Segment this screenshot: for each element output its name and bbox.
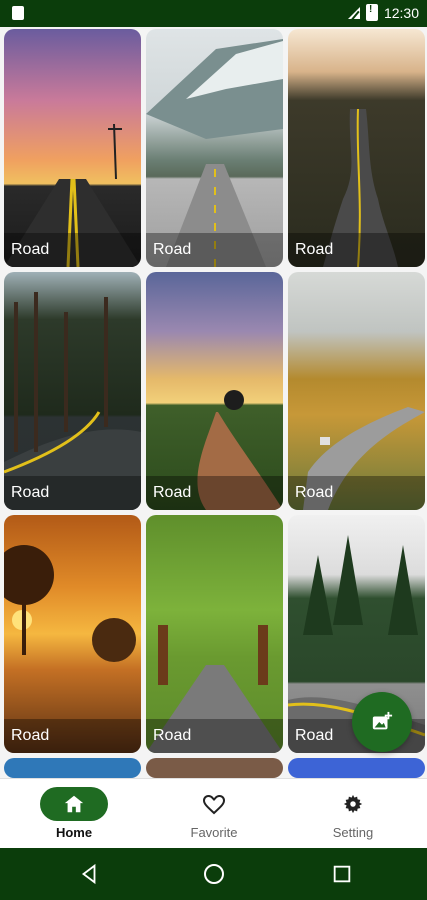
mountain-graphic: [146, 39, 283, 267]
home-circle-icon[interactable]: [202, 862, 226, 886]
curvy-road-graphic: [303, 407, 425, 510]
wallpaper-grid[interactable]: Road Road Road Road Road Road Road Road …: [0, 27, 427, 778]
card-label: Road: [295, 727, 334, 744]
status-time: 12:30: [383, 4, 419, 21]
wallpaper-card-7[interactable]: Road: [4, 515, 141, 753]
sd-card-icon: [12, 6, 24, 20]
card-label: Road: [11, 241, 50, 258]
card-label: Road: [153, 727, 192, 744]
bottom-navigation: Home Favorite Setting: [0, 778, 427, 849]
nav-home-label: Home: [55, 825, 93, 840]
blue-wallpaper-image: [4, 758, 141, 778]
status-icons: 12:30: [347, 4, 419, 21]
nav-setting-label: Setting: [332, 825, 374, 840]
wallpaper-card-10[interactable]: [4, 758, 141, 778]
add-photo-icon: [372, 711, 393, 730]
nav-home-pill[interactable]: [40, 787, 108, 821]
wallpaper-card-4[interactable]: Road: [4, 272, 141, 510]
card-label: Road: [295, 241, 334, 258]
nav-favorite[interactable]: Favorite: [154, 787, 274, 840]
system-navigation-bar: [0, 848, 427, 900]
nav-favorite-label: Favorite: [190, 825, 238, 840]
home-icon: [64, 795, 84, 813]
card-label: Road: [295, 484, 334, 501]
wallpaper-card-5[interactable]: Road: [146, 272, 283, 510]
road-graphic: [4, 123, 141, 267]
wallpaper-card-11[interactable]: [146, 758, 283, 778]
recents-icon[interactable]: [331, 863, 353, 885]
card-label: Road: [11, 484, 50, 501]
wallpaper-card-6[interactable]: Road: [288, 272, 425, 510]
gear-icon: [343, 794, 363, 814]
card-label: Road: [11, 727, 50, 744]
forest-road-graphic: [4, 292, 141, 510]
status-bar: 12:30: [0, 0, 427, 27]
heart-icon: [202, 794, 226, 815]
nav-setting[interactable]: Setting: [293, 787, 413, 840]
sunset-trees-graphic: [4, 545, 136, 662]
tree-lane-graphic: [146, 625, 283, 753]
card-label: Road: [153, 484, 192, 501]
wallpaper-card-3[interactable]: Road: [288, 29, 425, 267]
add-wallpaper-button[interactable]: [352, 692, 412, 752]
card-label: Road: [153, 241, 192, 258]
back-icon[interactable]: [78, 863, 100, 885]
nav-setting-pill[interactable]: [319, 787, 387, 821]
signal-icon: [347, 6, 360, 19]
nav-favorite-pill[interactable]: [180, 787, 248, 821]
dirt-road-graphic: [197, 390, 283, 510]
wallpaper-card-12[interactable]: [288, 758, 425, 778]
wallpaper-card-1[interactable]: Road: [4, 29, 141, 267]
wallpaper-card-2[interactable]: Road: [146, 29, 283, 267]
nav-home[interactable]: Home: [14, 787, 134, 840]
winding-road-graphic: [323, 108, 398, 267]
brown-wallpaper-image: [146, 758, 283, 778]
battery-icon: [365, 4, 378, 21]
wallpaper-card-8[interactable]: Road: [146, 515, 283, 753]
blue-sky-wallpaper-image: [288, 758, 425, 778]
